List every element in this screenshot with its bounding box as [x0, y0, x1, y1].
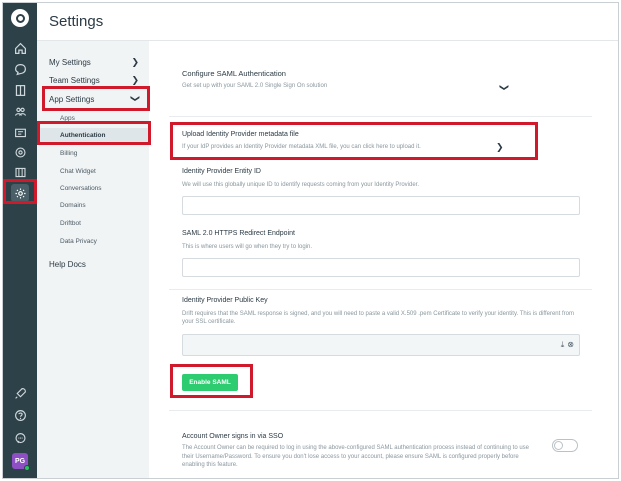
- gear-icon[interactable]: [11, 184, 29, 202]
- redirect-endpoint-input[interactable]: [182, 258, 580, 277]
- clear-icon[interactable]: ⊗: [567, 340, 574, 350]
- nav-team-settings[interactable]: Team Settings: [49, 76, 100, 85]
- divider: [169, 289, 592, 290]
- owner-sso-toggle[interactable]: [552, 439, 578, 452]
- people-icon[interactable]: [11, 102, 29, 120]
- target-icon[interactable]: [11, 143, 29, 161]
- redirect-endpoint-desc: This is where users will go when they tr…: [182, 244, 313, 250]
- chevron-right-icon: ❯: [131, 75, 139, 85]
- nav-app-settings[interactable]: App Settings: [49, 95, 94, 104]
- chevron-right-icon[interactable]: ❯: [496, 142, 504, 153]
- enable-saml-button[interactable]: Enable SAML: [182, 374, 238, 391]
- entity-id-desc: We will use this globally unique ID to i…: [182, 182, 419, 188]
- page-title: Settings: [49, 13, 104, 30]
- public-key-label: Identity Provider Public Key: [182, 297, 268, 304]
- redirect-endpoint-label: SAML 2.0 HTTPS Redirect Endpoint: [182, 230, 295, 237]
- nav-sub-conversations[interactable]: Conversations: [60, 185, 102, 192]
- chevron-down-icon[interactable]: ❯: [498, 84, 509, 92]
- home-icon[interactable]: [11, 39, 29, 57]
- rocket-icon[interactable]: [11, 384, 29, 402]
- nav-help-docs[interactable]: Help Docs: [49, 260, 86, 269]
- feedback-icon[interactable]: [11, 429, 29, 447]
- saml-section-subtitle: Get set up with your SAML 2.0 Single Sig…: [182, 83, 328, 89]
- download-icon[interactable]: ⤓: [561, 340, 565, 350]
- public-key-textarea[interactable]: ⤓ ⊗: [182, 334, 580, 356]
- chevron-right-icon: ❯: [131, 57, 139, 67]
- nav-sub-apps[interactable]: Apps: [60, 115, 75, 122]
- nav-sub-billing[interactable]: Billing: [60, 150, 77, 157]
- upload-metadata-title[interactable]: Upload Identity Provider metadata file: [182, 131, 299, 138]
- entity-id-input[interactable]: [182, 196, 580, 215]
- page-header: Settings: [37, 3, 618, 41]
- owner-sso-desc: The Account Owner can be required to log…: [182, 445, 529, 468]
- icon-rail: PG: [3, 3, 37, 478]
- nav-sub-authentication[interactable]: Authentication: [37, 128, 149, 144]
- drift-logo-icon[interactable]: [11, 9, 29, 27]
- chat-icon[interactable]: [11, 60, 29, 78]
- upload-metadata-desc: If your IdP provides an Identity Provide…: [182, 144, 421, 150]
- nav-sub-driftbot[interactable]: Driftbot: [60, 220, 81, 227]
- main-content: Configure SAML Authentication Get set up…: [149, 41, 618, 478]
- public-key-desc: Drift requires that the SAML response is…: [182, 311, 574, 325]
- chevron-down-icon: ❯: [130, 94, 141, 103]
- help-icon[interactable]: [11, 406, 29, 424]
- id-card-icon[interactable]: [11, 123, 29, 141]
- owner-sso-title: Account Owner signs in via SSO: [182, 433, 284, 440]
- book-icon[interactable]: [11, 81, 29, 99]
- library-icon[interactable]: [11, 163, 29, 181]
- nav-sub-domains[interactable]: Domains: [60, 202, 86, 209]
- entity-id-label: Identity Provider Entity ID: [182, 168, 261, 175]
- saml-section-title[interactable]: Configure SAML Authentication: [182, 69, 286, 78]
- toggle-knob: [554, 441, 563, 450]
- divider: [169, 116, 592, 117]
- nav-my-settings[interactable]: My Settings: [49, 58, 91, 67]
- nav-sub-chat-widget[interactable]: Chat Widget: [60, 168, 96, 175]
- app-window: PG Settings My Settings ❯ Team Settings …: [2, 2, 619, 479]
- online-status-dot: [24, 465, 30, 471]
- divider: [169, 410, 592, 411]
- settings-nav: My Settings ❯ Team Settings ❯ App Settin…: [37, 41, 149, 478]
- nav-sub-data-privacy[interactable]: Data Privacy: [60, 238, 97, 245]
